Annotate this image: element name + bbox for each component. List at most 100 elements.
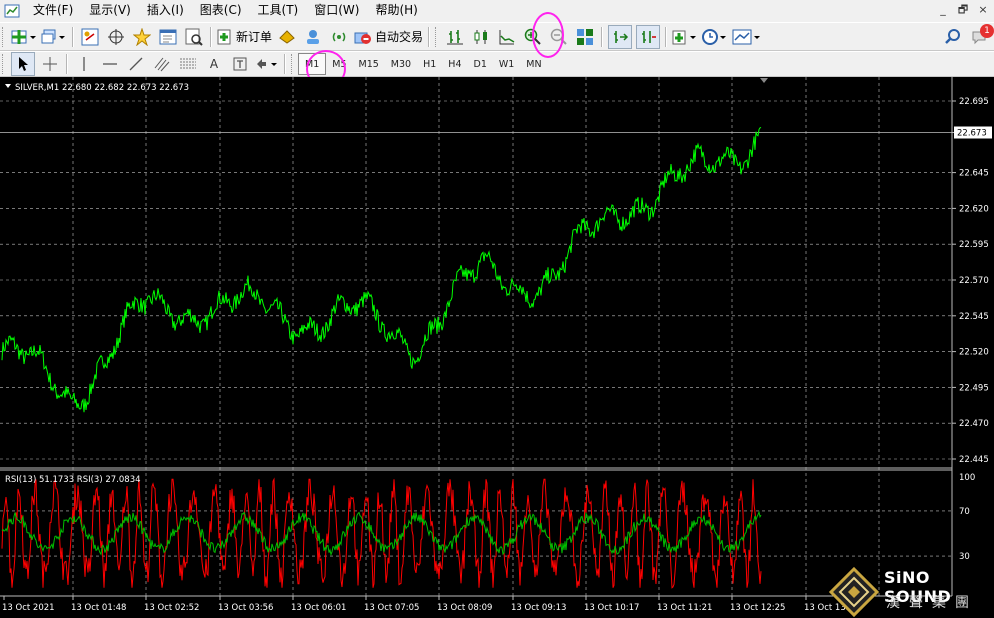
tile-windows-icon <box>577 28 594 45</box>
crosshair-tool-icon <box>43 57 57 71</box>
terminal-icon <box>159 29 177 44</box>
text-label-button[interactable] <box>229 53 251 75</box>
menu-tools[interactable]: 工具(T) <box>251 0 308 21</box>
chart-shift-button[interactable] <box>636 24 661 49</box>
tile-windows-button[interactable] <box>574 26 596 48</box>
restore-button[interactable]: 🗗 <box>956 3 970 17</box>
vertical-line-icon <box>83 57 85 71</box>
price-tick-label: 22.620 <box>959 204 989 214</box>
menu-window[interactable]: 窗口(W) <box>307 0 368 21</box>
search-button[interactable] <box>942 26 964 48</box>
menu-view[interactable]: 显示(V) <box>82 0 140 21</box>
templates-button[interactable] <box>732 26 762 48</box>
toolbar-separator <box>665 26 668 47</box>
toolbar-grip[interactable] <box>291 54 295 74</box>
auto-trading-icon <box>354 32 372 44</box>
strategy-tester-button[interactable] <box>183 26 205 48</box>
new-chart-icon <box>11 29 36 44</box>
zoom-out-button[interactable] <box>548 26 570 48</box>
new-chart-button[interactable] <box>11 26 37 48</box>
time-tick-label: 13 Oct 06:01 <box>291 603 346 613</box>
zoom-in-button[interactable] <box>522 26 544 48</box>
timeframe-h1[interactable]: H1 <box>417 54 442 74</box>
time-tick-label: 13 Oct 08:09 <box>437 603 492 613</box>
data-window-button[interactable] <box>105 26 127 48</box>
toolbar-grip[interactable] <box>2 26 6 47</box>
cursor-button[interactable] <box>11 52 35 76</box>
menu-file[interactable]: 文件(F) <box>26 0 82 21</box>
auto-trading-button[interactable]: 自动交易 <box>354 26 423 48</box>
timeframe-m30[interactable]: M30 <box>385 54 417 74</box>
text-button[interactable]: A <box>203 53 225 75</box>
auto-trading-label: 自动交易 <box>375 30 424 44</box>
timeframe-m1[interactable]: M1 <box>298 53 327 75</box>
chart-window[interactable]: 22.695 22.673 22.645 22.620 22.595 22.570 22.5… <box>0 77 994 618</box>
search-icon <box>945 28 960 44</box>
new-order-button[interactable]: 新订单 <box>217 26 272 48</box>
navigator-button[interactable] <box>131 26 153 48</box>
menu-help[interactable]: 帮助(H) <box>368 0 426 21</box>
toolbar-grip[interactable] <box>2 54 6 74</box>
fibonacci-icon <box>180 58 196 69</box>
timeframe-h4[interactable]: H4 <box>442 54 467 74</box>
profiles-icon <box>41 29 65 43</box>
signals-button[interactable] <box>302 26 324 48</box>
line-chart-icon <box>499 29 515 44</box>
toolbar-separator <box>72 26 74 47</box>
trendline-button[interactable] <box>125 53 147 75</box>
menu-insert[interactable]: 插入(I) <box>140 0 193 21</box>
trendline-icon <box>129 57 143 71</box>
line-chart-button[interactable] <box>496 26 518 48</box>
standard-toolbar: 新订单 自动交易 1 <box>0 22 994 51</box>
fibonacci-button[interactable] <box>177 53 199 75</box>
price-line <box>1 126 762 413</box>
time-tick-label: 13 Oct 02:52 <box>144 603 199 613</box>
timeframe-m5[interactable]: M5 <box>326 54 352 74</box>
profiles-button[interactable] <box>41 26 67 48</box>
periods-button[interactable] <box>702 26 728 48</box>
time-tick-label: 13 Oct 07:05 <box>364 603 419 613</box>
notification-badge: 1 <box>980 23 994 38</box>
templates-icon <box>732 29 761 44</box>
crosshair-button[interactable] <box>39 53 61 75</box>
toolbar-grip[interactable] <box>435 26 439 47</box>
new-order-label: 新订单 <box>236 30 273 44</box>
vertical-line-button[interactable] <box>73 53 95 75</box>
timeframe-mn[interactable]: MN <box>520 54 547 74</box>
timeframe-w1[interactable]: W1 <box>493 54 520 74</box>
close-button[interactable]: × <box>976 3 990 17</box>
market-watch-button[interactable] <box>79 26 101 48</box>
time-tick-label: 13 Oct 12:25 <box>730 603 785 613</box>
horizontal-line-button[interactable] <box>99 53 121 75</box>
horizontal-line-icon <box>103 63 117 65</box>
timeframe-d1[interactable]: D1 <box>468 54 493 74</box>
terminal-button[interactable] <box>157 26 179 48</box>
price-chart[interactable]: 22.695 22.673 22.645 22.620 22.595 22.570 22.5… <box>0 77 994 618</box>
indicators-button[interactable] <box>672 26 698 48</box>
time-tick-label: 13 Oct 11:21 <box>657 603 712 613</box>
notifications-button[interactable]: 1 <box>968 23 994 48</box>
drawing-toolbar: A M1 M5 M15 M30 H1 H4 D1 W1 MN <box>0 51 994 77</box>
sino-sound-logo: SiNO SOUND 漢聲集團 <box>828 566 994 618</box>
minimize-button[interactable]: _ <box>936 3 950 17</box>
menu-charts[interactable]: 图表(C) <box>193 0 251 21</box>
price-tick-label: 22.570 <box>959 276 989 286</box>
auto-scroll-button[interactable] <box>608 24 633 49</box>
text-tool-label: A <box>209 57 219 71</box>
rsi-tick-label: 100 <box>959 473 975 483</box>
price-tick-label: 22.595 <box>959 240 989 250</box>
cursor-icon <box>19 57 28 71</box>
toolbar-separator <box>284 54 286 74</box>
arrows-button[interactable] <box>255 53 279 75</box>
meta-editor-button[interactable] <box>276 26 298 48</box>
equidistant-channel-button[interactable] <box>151 53 173 75</box>
timeframe-m15[interactable]: M15 <box>353 54 385 74</box>
bar-chart-button[interactable] <box>444 26 466 48</box>
indicators-icon <box>672 30 697 44</box>
zoom-out-icon <box>550 28 567 45</box>
menu-bar: 文件(F) 显示(V) 插入(I) 图表(C) 工具(T) 窗口(W) 帮助(H… <box>0 0 994 21</box>
candlestick-icon <box>474 29 488 44</box>
radio-button[interactable] <box>328 26 350 48</box>
candlestick-button[interactable] <box>470 26 492 48</box>
strategy-tester-icon <box>185 28 203 46</box>
